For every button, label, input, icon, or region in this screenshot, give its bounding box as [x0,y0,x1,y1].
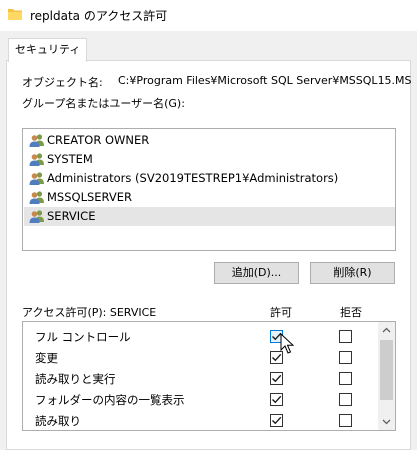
object-name-value: C:¥Program Files¥Microsoft SQL Server¥MS… [118,74,412,87]
mouse-cursor-icon [280,333,294,354]
groups-label: グループ名またはユーザー名(G): [22,97,185,110]
remove-button[interactable]: 削除(R) [310,262,395,284]
deny-checkbox[interactable] [339,393,352,406]
permission-name: フォルダーの内容の一覧表示 [35,393,185,407]
list-item-label: CREATOR OWNER [47,133,150,147]
check-icon [272,374,282,383]
list-item-label: MSSQLSERVER [47,190,133,204]
permission-row: 変更 [23,347,375,368]
permission-row: フォルダーの内容の一覧表示 [23,389,375,410]
deny-checkbox[interactable] [339,330,352,343]
add-button[interactable]: 追加(D)... [214,262,299,284]
permission-row: 読み取りと実行 [23,368,375,389]
permission-name: フル コントロール [35,330,131,344]
list-item[interactable]: MSSQLSERVER [24,188,395,207]
users-icon [29,134,44,147]
check-icon [272,395,282,404]
list-item[interactable]: CREATOR OWNER [24,131,395,150]
folder-icon [8,9,22,20]
group-user-list[interactable]: CREATOR OWNER SYSTEM Administrators (SV2… [22,128,396,251]
permission-name: 読み取りと実行 [35,372,116,386]
permission-row: 読み取り [23,410,375,430]
allow-column-header: 許可 [270,306,292,319]
deny-checkbox[interactable] [339,351,352,364]
users-icon [29,191,44,204]
permissions-list: フル コントロール 変更 読み取りと実行 フォルダーの内容の一覧表示 読み取り [22,321,396,431]
allow-checkbox[interactable] [270,393,283,406]
list-item-label: SYSTEM [47,152,93,166]
list-item-label: SERVICE [47,209,96,223]
permissions-label: アクセス許可(P): SERVICE [22,306,157,319]
deny-checkbox[interactable] [339,414,352,427]
users-icon [29,210,44,223]
scroll-down-arrow-icon[interactable] [378,413,395,430]
window-title: repldata のアクセス許可 [30,9,168,23]
users-icon [29,172,44,185]
title-bar: repldata のアクセス許可 [0,0,417,31]
tab-security[interactable]: セキュリティ [8,38,88,62]
permission-row: フル コントロール [23,326,375,347]
deny-column-header: 拒否 [340,306,362,319]
scroll-up-arrow-icon[interactable] [378,322,395,339]
permission-name: 変更 [35,351,58,365]
deny-checkbox[interactable] [339,372,352,385]
list-item[interactable]: Administrators (SV2019TESTREP1¥Administr… [24,169,395,188]
tab-strip: セキュリティ [0,31,417,62]
allow-checkbox[interactable] [270,372,283,385]
list-item-label: Administrators (SV2019TESTREP1¥Administr… [47,171,339,185]
permissions-scrollbar[interactable] [378,322,395,430]
scrollbar-thumb[interactable] [380,340,393,400]
list-item-selected[interactable]: SERVICE [24,207,395,226]
permission-name: 読み取り [35,414,81,428]
object-name-label: オブジェクト名: [22,76,103,89]
check-icon [272,416,282,425]
list-item[interactable]: SYSTEM [24,150,395,169]
allow-checkbox[interactable] [270,414,283,427]
users-icon [29,153,44,166]
